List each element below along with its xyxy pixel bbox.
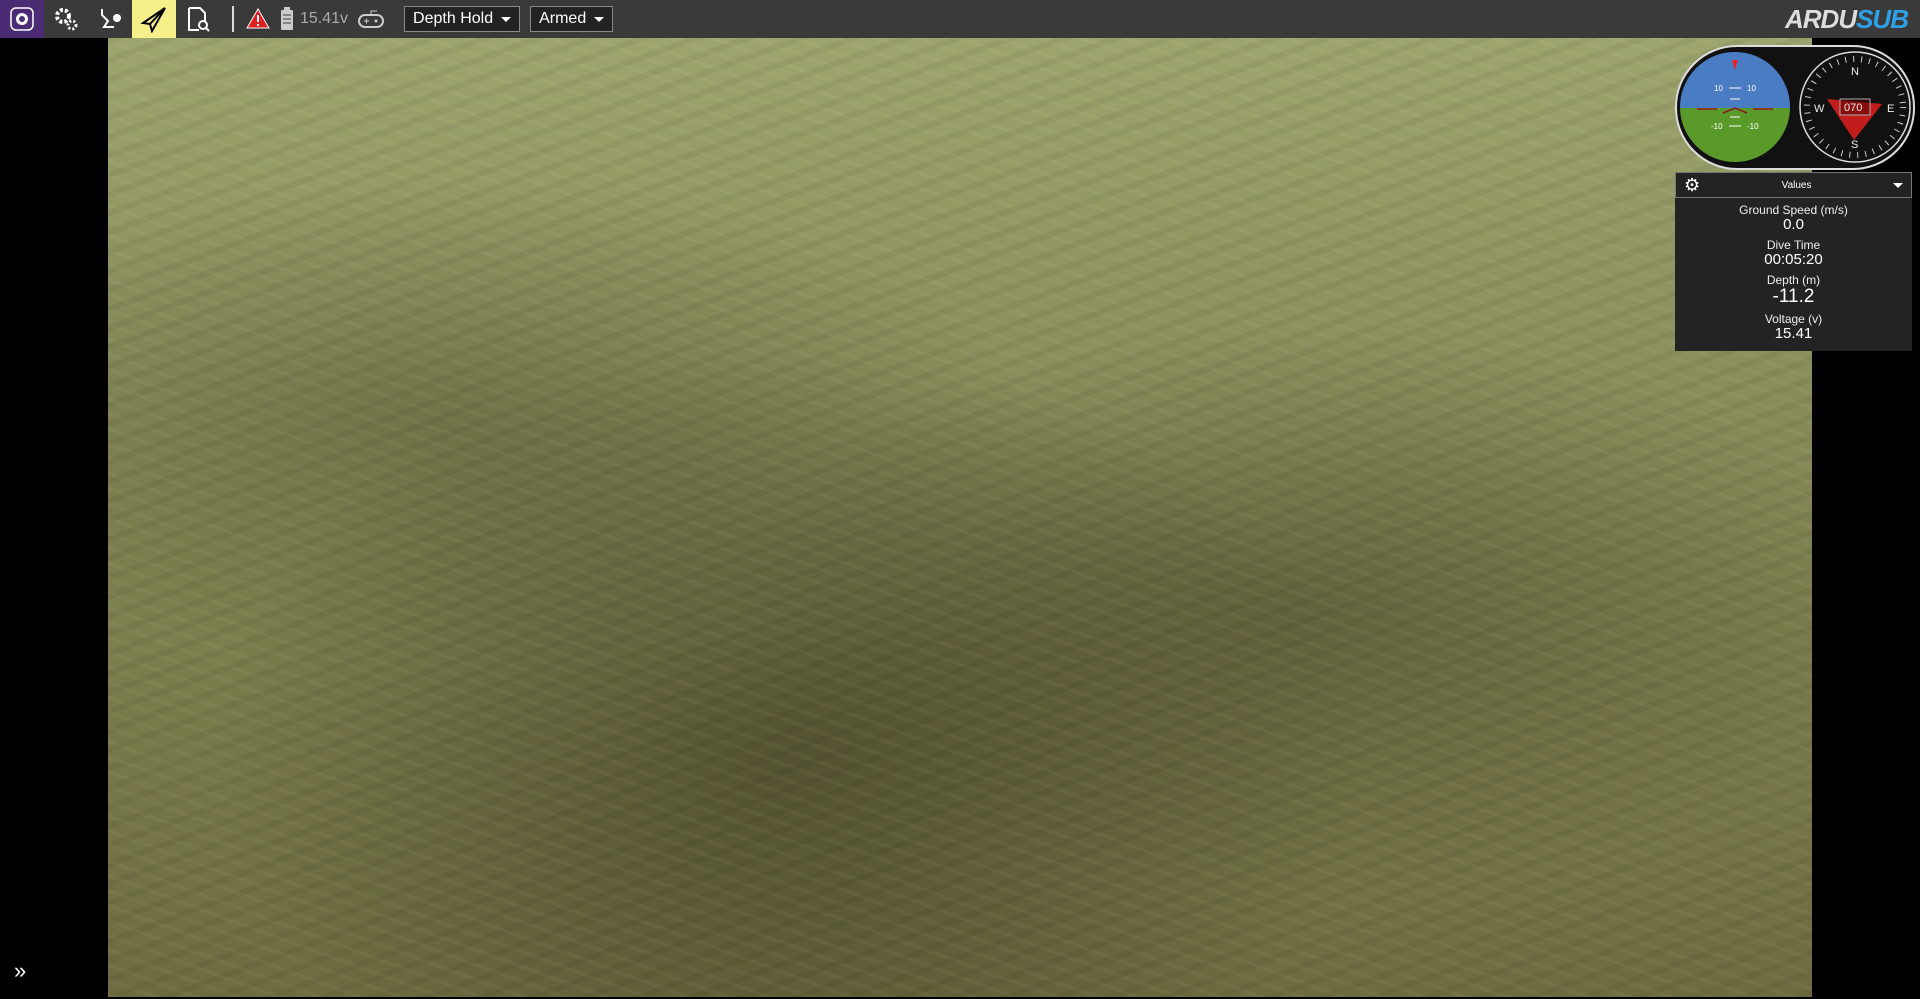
flight-mode-value: Depth Hold: [413, 10, 494, 27]
pitch-label: -10: [1747, 122, 1759, 131]
pitch-label: 10: [1714, 84, 1723, 93]
value-voltage: 15.41: [1774, 325, 1813, 342]
gear-icon[interactable]: ⚙: [1684, 175, 1700, 196]
warning-indicator[interactable]: [246, 0, 270, 38]
paper-plane-icon: [140, 7, 166, 33]
value-dive-time: 00:05:20: [1764, 251, 1823, 268]
instrument-panel: 10 10 -10 -10 070 N S E W: [1675, 45, 1915, 170]
chevron-down-icon[interactable]: [1892, 182, 1903, 188]
video-stream[interactable]: [108, 38, 1812, 997]
toolbar-divider: [232, 6, 234, 32]
logo-part-1: ARDU: [1784, 4, 1857, 34]
compass-n: N: [1851, 66, 1859, 78]
pitch-label: -10: [1711, 122, 1723, 131]
value-depth: -11.2: [1772, 286, 1815, 307]
value-label: Ground Speed (m/s): [1739, 203, 1848, 217]
expand-chevrons-icon[interactable]: »: [14, 958, 26, 984]
route-icon: [101, 9, 121, 28]
compass-w: W: [1814, 103, 1825, 115]
settings-button[interactable]: [44, 0, 88, 38]
value-label: Dive Time: [1766, 238, 1821, 252]
qgc-logo-button[interactable]: [0, 0, 44, 38]
flight-mode-dropdown[interactable]: Depth Hold: [404, 6, 521, 32]
values-panel: ⚙ Values Ground Speed (m/s) 0.0 Dive Tim…: [1675, 172, 1912, 351]
value-label: Depth (m): [1766, 273, 1821, 287]
gamepad-icon: [358, 10, 385, 28]
value-ground-speed: 0.0: [1783, 216, 1804, 233]
arm-state-dropdown[interactable]: Armed: [530, 6, 614, 32]
joystick-indicator[interactable]: [358, 0, 385, 38]
pitch-label: 10: [1747, 84, 1756, 93]
battery-icon: [281, 7, 293, 30]
gears-icon: [55, 8, 78, 31]
compass-e: E: [1887, 103, 1894, 115]
document-search-icon: [188, 7, 210, 32]
analyze-button[interactable]: [176, 0, 220, 38]
chevron-down-icon: [501, 16, 512, 22]
compass: 070 N S E W: [1799, 51, 1911, 163]
value-label: Voltage (v): [1764, 312, 1823, 326]
fly-button[interactable]: [132, 0, 176, 38]
values-title: Values: [1781, 179, 1812, 191]
attitude-indicator: 10 10 -10 -10: [1680, 52, 1790, 162]
chevron-down-icon: [594, 16, 605, 22]
compass-s: S: [1851, 139, 1858, 151]
qgc-icon: [10, 7, 34, 31]
heading-value: 070: [1844, 102, 1862, 114]
toolbar: 15.41v Depth Hold Armed ARDUSUB: [0, 0, 1920, 38]
battery-indicator[interactable]: 15.41v: [280, 0, 348, 38]
arm-state-value: Armed: [539, 10, 587, 27]
battery-voltage: 15.41v: [300, 10, 349, 27]
warning-icon: [246, 8, 270, 29]
logo-part-2: SUB: [1856, 4, 1909, 34]
values-header[interactable]: ⚙ Values: [1675, 172, 1912, 198]
ardusub-logo: ARDUSUB: [1784, 4, 1909, 35]
plan-button[interactable]: [88, 0, 132, 38]
